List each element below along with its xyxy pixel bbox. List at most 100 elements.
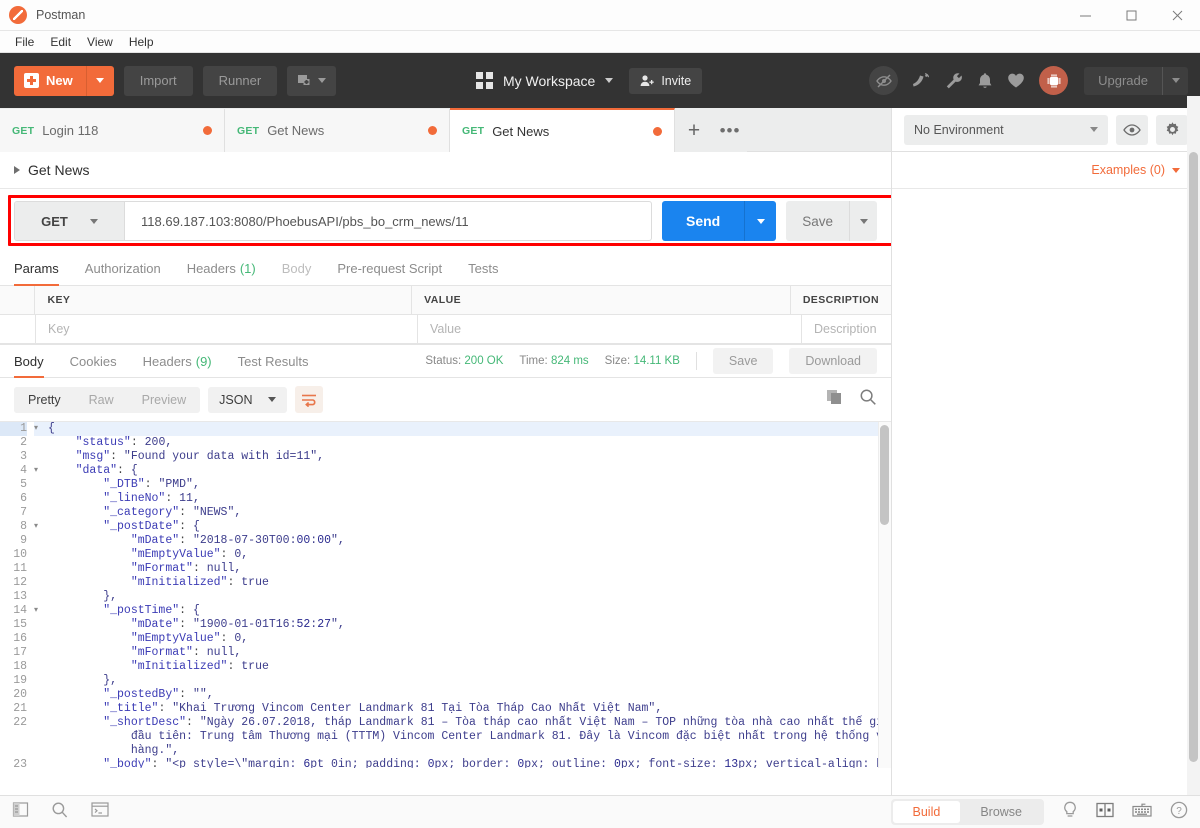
response-tab-headers[interactable]: Headers (9) — [143, 345, 212, 378]
window-controls — [1062, 0, 1200, 31]
new-button-main[interactable]: New — [14, 66, 86, 96]
tab-headers[interactable]: Headers (1) — [187, 251, 256, 286]
fold-toggle[interactable]: ▾ — [34, 422, 48, 436]
request-tab-get-news-1[interactable]: GET Get News — [225, 109, 450, 152]
send-dropdown-button[interactable] — [744, 201, 776, 241]
minimize-icon[interactable] — [1062, 0, 1108, 31]
response-tab-bar: Body Cookies Headers (9) Test Results St… — [0, 345, 891, 378]
fold-toggle — [34, 590, 48, 604]
code-scrollbar-thumb[interactable] — [880, 425, 889, 525]
tab-pre-request-script[interactable]: Pre-request Script — [337, 251, 442, 286]
download-response-button[interactable]: Download — [789, 348, 877, 374]
chevron-down-icon[interactable] — [1172, 167, 1180, 173]
lightbulb-icon[interactable] — [1062, 801, 1078, 824]
search-icon[interactable] — [51, 801, 69, 824]
fold-toggle — [34, 492, 48, 506]
console-icon[interactable] — [91, 802, 109, 822]
search-icon[interactable] — [859, 388, 877, 411]
tab-params[interactable]: Params — [14, 251, 59, 286]
environment-selector[interactable]: No Environment — [904, 114, 1108, 145]
invite-button[interactable]: Invite — [629, 67, 703, 94]
layout-icon[interactable] — [1096, 802, 1114, 823]
help-icon[interactable]: ? — [1170, 801, 1188, 824]
response-tab-test-results[interactable]: Test Results — [238, 345, 309, 378]
examples-label[interactable]: Examples (0) — [1091, 163, 1165, 177]
param-value-input[interactable]: Value — [418, 315, 802, 344]
runner-button[interactable]: Runner — [202, 65, 278, 96]
interceptor-icon[interactable] — [869, 66, 899, 95]
expand-chevron-icon[interactable] — [14, 166, 20, 174]
add-tab-button[interactable]: + — [675, 109, 713, 152]
new-window-button[interactable] — [287, 65, 337, 96]
tab-tests[interactable]: Tests — [468, 251, 498, 286]
upgrade-button[interactable]: Upgrade — [1084, 66, 1188, 95]
param-key-input[interactable]: Key — [36, 315, 418, 344]
wrench-icon[interactable] — [945, 72, 963, 90]
response-tab-body[interactable]: Body — [14, 345, 44, 378]
tab-body[interactable]: Body — [282, 251, 312, 286]
language-selector[interactable]: JSON — [208, 386, 288, 413]
satellite-icon[interactable] — [912, 72, 931, 90]
fold-toggle[interactable]: ▾ — [34, 520, 48, 534]
code-scrollbar-track[interactable] — [878, 422, 891, 768]
invite-label: Invite — [661, 73, 692, 88]
workspace-selector[interactable]: My Workspace Invite — [476, 67, 703, 94]
upgrade-dropdown-button[interactable] — [1162, 66, 1188, 95]
status-label: Status: — [425, 355, 462, 367]
browse-mode-button[interactable]: Browse — [960, 801, 1042, 823]
fold-toggle[interactable]: ▾ — [34, 604, 48, 618]
save-response-button[interactable]: Save — [712, 348, 774, 374]
line-number — [0, 744, 27, 758]
new-button[interactable]: New — [14, 65, 114, 96]
fold-toggle — [34, 744, 48, 758]
code-fold-column[interactable]: ▾ ▾ ▾ ▾ — [34, 422, 48, 768]
tab-authorization[interactable]: Authorization — [85, 251, 161, 286]
request-tab-get-news-2[interactable]: GET Get News — [450, 108, 675, 152]
format-pretty-button[interactable]: Pretty — [14, 386, 75, 413]
import-button[interactable]: Import — [123, 65, 193, 96]
maximize-icon[interactable] — [1108, 0, 1154, 31]
menu-edit[interactable]: Edit — [42, 33, 79, 51]
param-description-input[interactable]: Description — [802, 315, 891, 344]
word-wrap-button[interactable] — [295, 386, 324, 413]
word-wrap-icon — [302, 394, 317, 407]
menu-view[interactable]: View — [79, 33, 121, 51]
status-value: 200 OK — [464, 355, 504, 367]
size-metric: Size: 14.11 KB — [605, 355, 680, 367]
menu-help[interactable]: Help — [121, 33, 162, 51]
code-line: "_postDate": { — [103, 520, 200, 533]
tab-options-button[interactable]: ••• — [713, 109, 747, 152]
tab-body-label: Body — [281, 260, 312, 276]
close-icon[interactable] — [1154, 0, 1200, 31]
manage-environments-button[interactable] — [1156, 114, 1188, 145]
keyboard-icon[interactable] — [1132, 802, 1152, 823]
save-request-button[interactable]: Save — [786, 201, 877, 241]
chevron-down-icon — [89, 218, 98, 224]
fold-toggle — [34, 478, 48, 492]
response-meta: Status: 200 OK Time: 824 ms Size: 14.11 … — [425, 348, 877, 374]
method-selector[interactable]: GET — [15, 202, 125, 240]
fold-toggle[interactable]: ▾ — [34, 464, 48, 478]
url-input[interactable]: 118.69.187.103:8080/PhoebusAPI/pbs_bo_cr… — [125, 202, 651, 240]
heart-icon[interactable] — [1007, 72, 1025, 89]
format-preview-button[interactable]: Preview — [128, 387, 200, 413]
sync-icon[interactable] — [1039, 66, 1069, 95]
response-tab-cookies[interactable]: Cookies — [70, 345, 117, 378]
copy-icon[interactable] — [826, 389, 843, 410]
environment-quick-look-button[interactable] — [1116, 114, 1148, 145]
fold-toggle — [34, 674, 48, 688]
row-checkbox-cell[interactable] — [0, 315, 36, 344]
main-scrollbar-thumb[interactable] — [1189, 152, 1198, 762]
response-body-viewer[interactable]: 1 2 3 4 5 6 7 8 9 10 11 12 13 14 15 16 17 18 19 20 21 22 23 ▾ ▾… — [0, 421, 891, 768]
new-dropdown-button[interactable] — [85, 65, 114, 96]
format-raw-button[interactable]: Raw — [75, 387, 128, 413]
select-all-cell[interactable] — [0, 286, 36, 315]
menu-file[interactable]: File — [7, 33, 42, 51]
bell-icon[interactable] — [977, 72, 993, 90]
main-scrollbar-track[interactable] — [1187, 96, 1200, 795]
save-dropdown-button[interactable] — [849, 201, 877, 241]
request-tab-login-118[interactable]: GET Login 118 — [0, 109, 225, 152]
send-button[interactable]: Send — [661, 201, 777, 241]
sidebar-toggle-icon[interactable] — [12, 801, 29, 823]
build-mode-button[interactable]: Build — [892, 801, 961, 823]
